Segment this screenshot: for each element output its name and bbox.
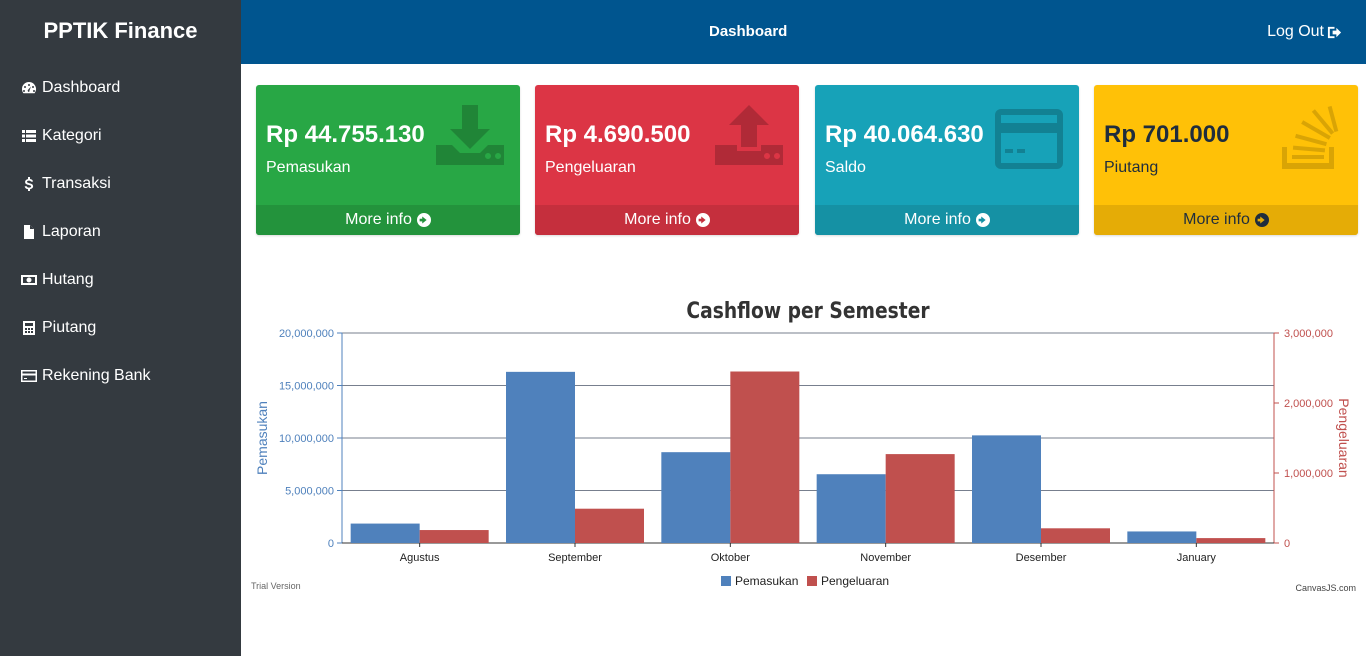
y2-axis-title: Pengeluaran xyxy=(1336,398,1352,477)
sidebar-item-hutang[interactable]: Hutang xyxy=(0,256,241,304)
card-label: Pengeluaran xyxy=(545,159,636,176)
bar-pemasukan xyxy=(816,474,886,543)
top-navbar: Dashboard Log Out xyxy=(241,0,1366,64)
card-piutang: Rp 701.000 Piutang More info xyxy=(1094,85,1358,235)
legend-swatch-pengeluaran xyxy=(807,576,817,586)
sidebar-item-piutang[interactable]: Piutang xyxy=(0,304,241,352)
card-pengeluaran: Rp 4.690.500 Pengeluaran More info xyxy=(535,85,799,235)
bar-pengeluaran xyxy=(419,530,489,543)
bar-pemasukan xyxy=(661,452,731,543)
y2-tick-label: 2,000,000 xyxy=(1284,398,1333,410)
upload-icon xyxy=(713,103,785,175)
brand-title[interactable]: PPTIK Finance xyxy=(0,0,241,62)
card-amount: Rp 40.064.630 xyxy=(825,121,984,148)
sidebar-item-rekening-bank[interactable]: Rekening Bank xyxy=(0,352,241,400)
sidebar-item-laporan[interactable]: Laporan xyxy=(0,208,241,256)
sidebar: PPTIK Finance Dashboard Kategori Transak… xyxy=(0,0,241,656)
bar-pengeluaran xyxy=(1041,528,1110,543)
cashflow-chart: Cashflow per Semester 0 5,000,000 10,000,00… xyxy=(241,280,1366,610)
sidebar-item-label: Transaksi xyxy=(42,175,111,192)
chart-canvas: Cashflow per Semester 0 5,000,000 10,000,00… xyxy=(251,298,1356,593)
sidebar-item-label: Hutang xyxy=(42,271,94,288)
y-tick-label: 10,000,000 xyxy=(279,433,334,445)
logout-label: Log Out xyxy=(1267,23,1324,40)
legend-swatch-pemasukan xyxy=(721,576,731,586)
arrow-circle-right-icon xyxy=(695,213,710,227)
dollar-icon xyxy=(20,175,38,193)
y2-tick-label: 0 xyxy=(1284,538,1290,550)
x-tick-label: January xyxy=(1177,552,1217,564)
bar-pengeluaran xyxy=(730,371,800,543)
card-pemasukan: Rp 44.755.130 Pemasukan More info xyxy=(256,85,520,235)
y-axis-title: Pemasukan xyxy=(254,401,270,475)
x-tick-label: November xyxy=(860,552,911,564)
arrow-circle-right-icon xyxy=(416,213,431,227)
file-icon xyxy=(20,223,38,241)
more-info-label: More info xyxy=(345,211,412,228)
bar-pengeluaran xyxy=(1196,538,1266,543)
y-tick-label: 0 xyxy=(328,538,334,550)
dashboard-icon xyxy=(20,79,38,97)
bar-pemasukan xyxy=(972,435,1041,543)
sidebar-item-label: Dashboard xyxy=(42,79,121,96)
credit-card-icon xyxy=(993,103,1065,175)
sidebar-item-kategori[interactable]: Kategori xyxy=(0,112,241,160)
sidebar-item-label: Laporan xyxy=(42,223,101,240)
x-tick-label: Desember xyxy=(1016,552,1067,564)
x-tick-label: Agustus xyxy=(400,552,440,564)
summary-cards: Rp 44.755.130 Pemasukan More info Rp 4.6… xyxy=(256,85,1360,235)
more-info-label: More info xyxy=(904,211,971,228)
sidebar-item-label: Kategori xyxy=(42,127,102,144)
logout-button[interactable]: Log Out xyxy=(1267,23,1342,41)
card-amount: Rp 4.690.500 xyxy=(545,121,691,148)
card-saldo: Rp 40.064.630 Saldo More info xyxy=(815,85,1079,235)
sidebar-item-label: Rekening Bank xyxy=(42,367,151,384)
bar-pemasukan xyxy=(350,523,420,543)
canvasjs-credit: CanvasJS.com xyxy=(1295,583,1356,593)
legend-label-pemasukan: Pemasukan xyxy=(735,574,798,588)
arrow-circle-right-icon xyxy=(975,213,990,227)
download-icon xyxy=(434,103,506,175)
x-tick-label: September xyxy=(548,552,602,564)
chart-title: Cashflow per Semester xyxy=(686,298,929,324)
sidebar-item-transaksi[interactable]: Transaksi xyxy=(0,160,241,208)
bar-pengeluaran xyxy=(575,508,644,543)
more-info-link[interactable]: More info xyxy=(1094,205,1358,235)
credit-card-icon xyxy=(20,367,38,385)
sidebar-item-dashboard[interactable]: Dashboard xyxy=(0,64,241,112)
page-title: Dashboard xyxy=(709,23,788,40)
more-info-link[interactable]: More info xyxy=(256,205,520,235)
card-label: Pemasukan xyxy=(266,159,351,176)
legend-label-pengeluaran: Pengeluaran xyxy=(821,574,889,588)
sidebar-nav: Dashboard Kategori Transaksi Laporan Hut… xyxy=(0,64,241,400)
more-info-link[interactable]: More info xyxy=(535,205,799,235)
card-label: Piutang xyxy=(1104,159,1159,176)
trial-version-watermark: Trial Version xyxy=(251,581,301,591)
more-info-label: More info xyxy=(1183,211,1250,228)
y2-tick-label: 1,000,000 xyxy=(1284,468,1333,480)
sign-out-icon xyxy=(1327,26,1342,38)
money-icon xyxy=(20,271,38,289)
card-amount: Rp 44.755.130 xyxy=(266,121,425,148)
calculator-icon xyxy=(20,319,38,337)
y-tick-label: 20,000,000 xyxy=(279,328,334,340)
y-tick-label: 15,000,000 xyxy=(279,381,334,393)
more-info-link[interactable]: More info xyxy=(815,205,1079,235)
card-label: Saldo xyxy=(825,159,866,176)
stack-icon xyxy=(1272,103,1344,175)
more-info-label: More info xyxy=(624,211,691,228)
list-icon xyxy=(20,127,38,145)
arrow-circle-right-icon xyxy=(1254,213,1269,227)
y-tick-label: 5,000,000 xyxy=(285,486,334,498)
bar-pemasukan xyxy=(1127,531,1197,543)
bar-pengeluaran xyxy=(885,454,955,543)
card-amount: Rp 701.000 xyxy=(1104,121,1230,148)
sidebar-item-label: Piutang xyxy=(42,319,97,336)
bar-pemasukan xyxy=(506,371,575,543)
y2-tick-label: 3,000,000 xyxy=(1284,328,1333,340)
x-tick-label: Oktober xyxy=(711,552,750,564)
